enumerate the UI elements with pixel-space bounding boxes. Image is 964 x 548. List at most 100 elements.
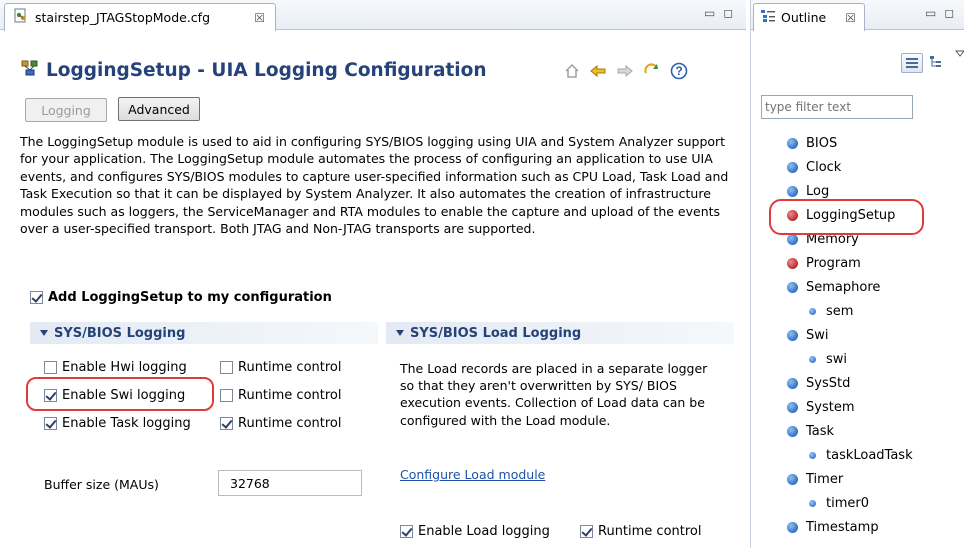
outline-icon <box>760 9 776 26</box>
home-icon[interactable] <box>564 63 580 82</box>
tree-item-log[interactable]: Log <box>787 184 829 199</box>
minimize-icon[interactable]: ▭ <box>925 6 936 20</box>
tree-item-sem[interactable]: sem <box>807 304 853 319</box>
module-ball-icon <box>787 474 798 485</box>
checkbox-label: Enable Load logging <box>418 524 550 539</box>
checkbox-label: Runtime control <box>238 416 342 431</box>
checkbox[interactable] <box>44 417 57 430</box>
checkbox[interactable] <box>220 417 233 430</box>
module-ball-icon <box>787 282 798 293</box>
enable-swi-logging-checkbox[interactable]: Enable Swi logging <box>44 388 185 403</box>
tree-item-label: SysStd <box>806 376 851 391</box>
tree-item-label: Clock <box>806 160 842 175</box>
task-runtime-control-checkbox[interactable]: Runtime control <box>220 416 342 431</box>
tree-item-label: Semaphore <box>806 280 881 295</box>
tree-item-sysstd[interactable]: SysStd <box>787 376 850 391</box>
maximize-icon[interactable]: ◻ <box>723 6 733 20</box>
minimize-icon[interactable]: ▭ <box>704 6 715 20</box>
tree-item-memory[interactable]: Memory <box>787 232 859 247</box>
buffer-size-label: Buffer size (MAUs) <box>44 477 159 492</box>
tree-view-icon[interactable] <box>929 55 943 72</box>
checkbox-label: Enable Task logging <box>62 416 191 431</box>
back-arrow-icon[interactable] <box>589 63 607 82</box>
tree-item-label: Timestamp <box>806 520 879 535</box>
checkbox[interactable] <box>400 525 413 538</box>
section-title: SYS/BIOS Load Logging <box>410 325 582 341</box>
module-ball-icon <box>787 162 798 173</box>
tree-item-swi-instance[interactable]: swi <box>807 352 847 367</box>
tree-item-clock[interactable]: Clock <box>787 160 841 175</box>
editor-tab-bar: stairstep_JTAGStopMode.cfg ☒ ▭ ◻ <box>0 0 746 31</box>
tree-item-label: Program <box>806 256 861 271</box>
chevron-down-icon <box>40 330 48 336</box>
enable-hwi-logging-checkbox[interactable]: Enable Hwi logging <box>44 360 187 375</box>
module-ball-icon <box>787 330 798 341</box>
config-file-icon <box>13 8 29 27</box>
tree-item-label: Swi <box>806 328 829 343</box>
tree-item-bios[interactable]: BIOS <box>787 136 837 151</box>
tree-item-label: timer0 <box>826 496 869 511</box>
editor-tab-title: stairstep_JTAGStopMode.cfg <box>35 10 210 25</box>
editor-tab[interactable]: stairstep_JTAGStopMode.cfg ☒ <box>4 3 276 31</box>
load-runtime-control-checkbox[interactable]: Runtime control <box>580 524 702 539</box>
checkbox[interactable] <box>30 291 43 304</box>
section-load-logging[interactable]: SYS/BIOS Load Logging <box>386 322 734 344</box>
module-icon <box>20 58 40 83</box>
checkbox[interactable] <box>580 525 593 538</box>
tree-item-taskloadtask[interactable]: taskLoadTask <box>807 448 913 463</box>
forward-arrow-icon[interactable] <box>616 63 634 82</box>
module-ball-icon <box>787 186 798 197</box>
page-title: LoggingSetup - UIA Logging Configuration <box>20 58 487 83</box>
outline-view: Outline ☒ ▭ ◻ BIOS Clock Log LoggingSetu… <box>750 0 964 548</box>
tree-item-task[interactable]: Task <box>787 424 834 439</box>
enable-task-logging-checkbox[interactable]: Enable Task logging <box>44 416 191 431</box>
outline-tab-title: Outline <box>781 10 827 25</box>
module-ball-icon <box>787 234 798 245</box>
tree-item-timestamp[interactable]: Timestamp <box>787 520 879 535</box>
tree-item-timer0[interactable]: timer0 <box>807 496 869 511</box>
buffer-size-input[interactable] <box>218 470 362 496</box>
enable-load-logging-checkbox[interactable]: Enable Load logging <box>400 524 550 539</box>
tree-item-semaphore[interactable]: Semaphore <box>787 280 880 295</box>
chevron-down-icon <box>396 330 404 336</box>
refresh-icon[interactable] <box>643 63 661 82</box>
outline-toolbar <box>901 50 964 73</box>
swi-runtime-control-checkbox[interactable]: Runtime control <box>220 388 342 403</box>
tab-advanced[interactable]: Advanced <box>118 97 200 121</box>
checkbox[interactable] <box>44 361 57 374</box>
close-icon[interactable]: ☒ <box>845 11 856 25</box>
checkbox[interactable] <box>44 389 57 402</box>
add-to-config-label: Add LoggingSetup to my configuration <box>48 290 332 305</box>
tree-item-system[interactable]: System <box>787 400 854 415</box>
tree-item-loggingsetup[interactable]: LoggingSetup <box>787 208 895 223</box>
page-title-text: LoggingSetup - UIA Logging Configuration <box>46 60 487 81</box>
checkbox[interactable] <box>220 361 233 374</box>
maximize-icon[interactable]: ◻ <box>944 6 954 20</box>
outline-filter-input[interactable] <box>761 95 913 119</box>
hwi-runtime-control-checkbox[interactable]: Runtime control <box>220 360 342 375</box>
outline-tab[interactable]: Outline ☒ <box>753 3 865 31</box>
tree-item-program[interactable]: Program <box>787 256 861 271</box>
module-ball-icon <box>787 138 798 149</box>
add-to-config-checkbox[interactable]: Add LoggingSetup to my configuration <box>30 290 332 305</box>
close-icon[interactable]: ☒ <box>254 11 265 25</box>
tree-item-timer[interactable]: Timer <box>787 472 843 487</box>
editor-window-controls: ▭ ◻ <box>704 6 733 20</box>
module-ball-icon <box>787 378 798 389</box>
checkbox[interactable] <box>220 389 233 402</box>
tree-item-label: System <box>806 400 855 415</box>
help-icon[interactable]: ? <box>670 62 688 83</box>
module-ball-icon <box>787 402 798 413</box>
tree-item-label: swi <box>826 352 848 367</box>
tree-item-label: LoggingSetup <box>806 208 896 223</box>
flat-view-button[interactable] <box>901 53 923 73</box>
outline-tab-bar: Outline ☒ ▭ ◻ <box>751 0 964 31</box>
tab-logging[interactable]: Logging <box>25 98 107 122</box>
view-menu-icon[interactable] <box>954 47 964 61</box>
module-description: The LoggingSetup module is used to aid i… <box>20 134 729 237</box>
configure-load-module-link[interactable]: Configure Load module <box>400 467 545 482</box>
section-sysbios-logging[interactable]: SYS/BIOS Logging <box>30 322 378 344</box>
tree-item-label: BIOS <box>806 136 838 151</box>
tree-item-label: Log <box>806 184 830 199</box>
tree-item-swi[interactable]: Swi <box>787 328 829 343</box>
